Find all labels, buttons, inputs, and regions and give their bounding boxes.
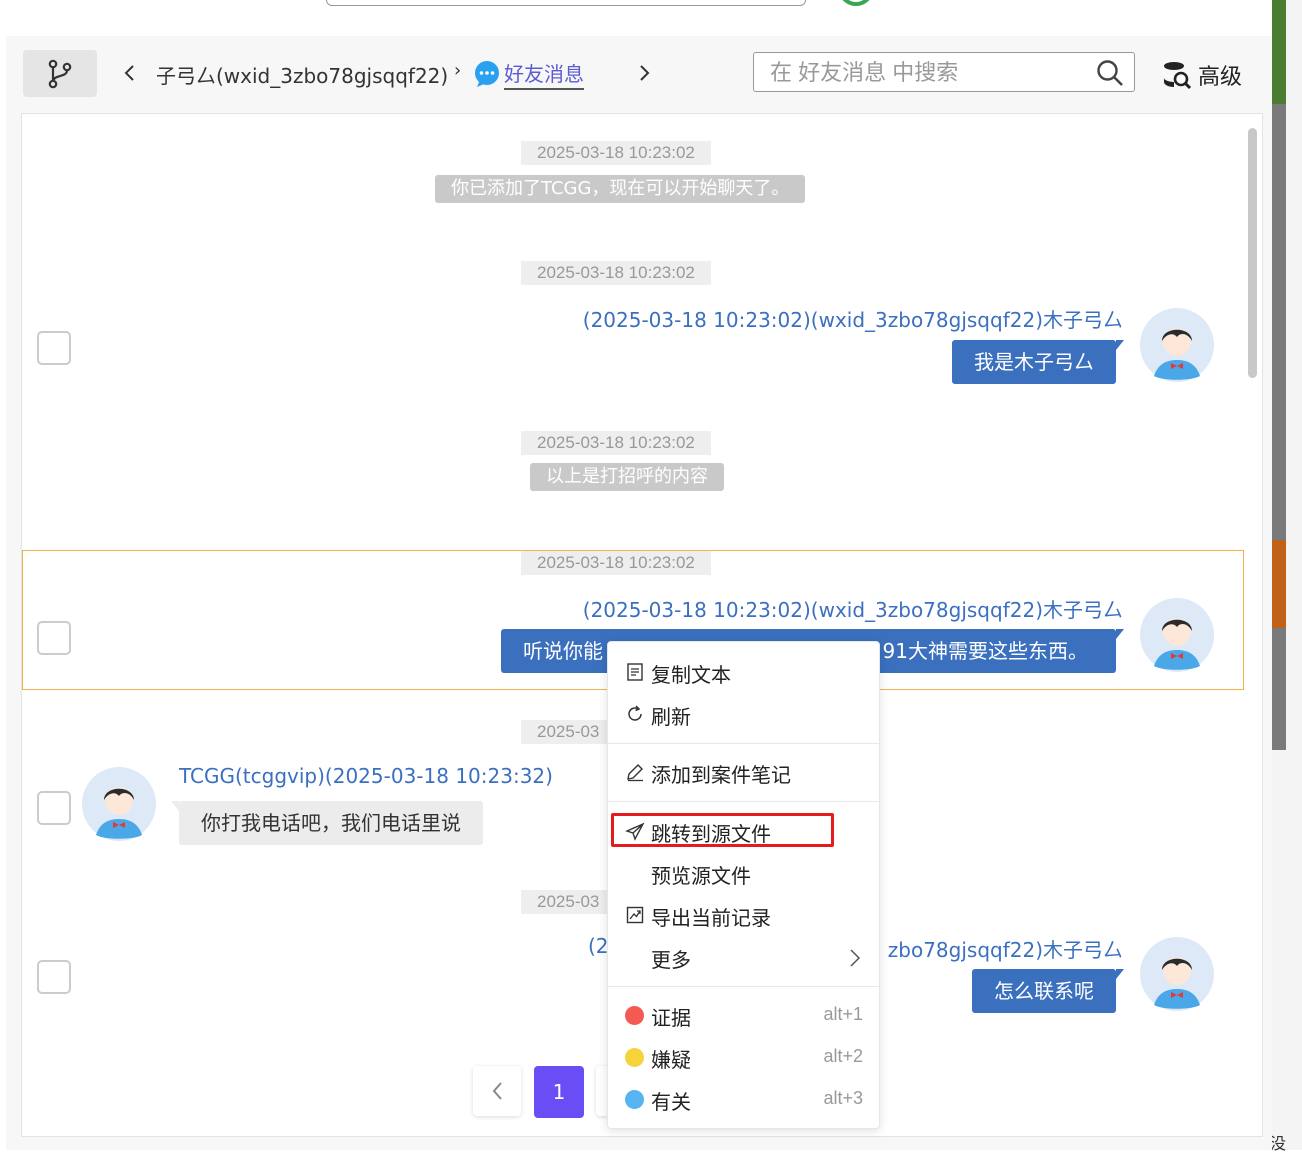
message-bubble[interactable]: 我是木子弓厶 — [952, 340, 1124, 384]
branch-button[interactable] — [23, 50, 97, 97]
message-checkbox[interactable] — [37, 791, 71, 825]
menu-divider — [608, 801, 879, 802]
message-text-left: 听说你能 — [523, 639, 603, 663]
search-input[interactable] — [768, 57, 1082, 89]
message-sender-left[interactable]: (2 — [588, 934, 609, 958]
annotation-highlight-box — [611, 813, 834, 847]
menu-tag-related[interactable]: 有关 alt+3 — [608, 1079, 879, 1119]
timestamp: 2025-03 — [521, 890, 619, 914]
menu-tag-suspect[interactable]: 嫌疑 alt+2 — [608, 1037, 879, 1077]
breadcrumb-current[interactable]: 好友消息 — [504, 58, 584, 90]
avatar[interactable] — [1140, 308, 1214, 382]
tag-label: 有关 — [651, 1090, 691, 1114]
menu-item-label: 刷新 — [651, 705, 691, 729]
edit-icon — [627, 764, 643, 782]
message-checkbox[interactable] — [37, 331, 71, 365]
status-circle-icon — [838, 0, 874, 6]
search-icon[interactable] — [1096, 59, 1124, 87]
message-sender-right[interactable]: zbo78gjsqqf22)木子弓厶 — [888, 934, 1123, 963]
right-background-dark — [1272, 104, 1286, 750]
timestamp: 2025-03-18 10:23:02 — [521, 431, 711, 455]
tag-label: 嫌疑 — [651, 1048, 691, 1072]
timestamp: 2025-03-18 10:23:02 — [521, 261, 711, 285]
menu-item-label: 复制文本 — [651, 663, 731, 687]
menu-item-more[interactable]: 更多 — [608, 937, 879, 977]
message-sender[interactable]: (2025-03-18 10:23:02)(wxid_3zbo78gjsqqf2… — [583, 304, 1123, 333]
toolbar: 子弓厶(wxid_3zbo78gjsqqf22) › 好友消息 在 好友消息 中… — [6, 36, 1272, 110]
menu-item-label: 预览源文件 — [651, 864, 751, 888]
document-icon — [627, 663, 643, 681]
menu-item-refresh[interactable]: 刷新 — [608, 694, 879, 734]
context-menu: 复制文本 刷新 添加到案件笔记 跳转到源文件 预览源文件 导出当前记录 更多 证… — [607, 641, 880, 1129]
timestamp: 2025-03-18 10:23:02 — [521, 141, 711, 165]
scrollbar[interactable] — [1248, 128, 1257, 378]
chat-bubble-icon — [475, 61, 499, 87]
menu-item-add-note[interactable]: 添加到案件笔记 — [608, 752, 879, 792]
branch-icon — [48, 59, 72, 88]
page-prev-button[interactable] — [473, 1066, 521, 1116]
menu-item-label: 导出当前记录 — [651, 906, 771, 930]
breadcrumb-separator: › — [454, 60, 462, 81]
tag-shortcut: alt+1 — [823, 1004, 863, 1024]
menu-item-label: 更多 — [651, 948, 691, 972]
menu-item-preview-source[interactable]: 预览源文件 — [608, 853, 879, 893]
chevron-right-icon — [640, 65, 650, 81]
advanced-label: 高级 — [1198, 65, 1243, 90]
right-background-orange — [1272, 540, 1286, 628]
chevron-left-icon — [124, 65, 134, 81]
menu-item-label: 添加到案件笔记 — [651, 763, 791, 787]
database-search-icon — [1163, 62, 1192, 90]
tag-shortcut: alt+2 — [823, 1046, 863, 1066]
tag-label: 证据 — [651, 1006, 691, 1030]
timestamp: 2025-03 — [521, 720, 619, 744]
top-input-remnant — [326, 0, 806, 6]
message-bubble[interactable]: 你打我电话吧，我们电话里说 — [171, 801, 483, 845]
right-edge-char: 没 — [1270, 1134, 1287, 1153]
breadcrumb-back-button[interactable] — [118, 60, 140, 86]
menu-tag-evidence[interactable]: 证据 alt+1 — [608, 995, 879, 1035]
avatar[interactable] — [1140, 598, 1214, 672]
avatar[interactable] — [1140, 937, 1214, 1011]
blue-dot-icon — [625, 1090, 644, 1109]
message-sender[interactable]: TCGG(tcggvip)(2025-03-18 10:23:32) — [179, 764, 553, 788]
breadcrumb-forward-button[interactable] — [634, 60, 656, 86]
message-bubble[interactable]: 怎么联系呢 — [972, 969, 1124, 1013]
chevron-right-icon — [850, 949, 861, 967]
chevron-left-icon — [492, 1082, 502, 1100]
right-background-green — [1272, 0, 1286, 104]
system-message: 以上是打招呼的内容 — [530, 463, 724, 491]
menu-divider — [608, 986, 879, 987]
system-message: 你已添加了TCGG，现在可以开始聊天了。 — [435, 175, 806, 203]
menu-item-copy-text[interactable]: 复制文本 — [608, 652, 879, 692]
breadcrumb-contact[interactable]: 子弓厶(wxid_3zbo78gjsqqf22) — [156, 60, 448, 89]
page-number-current[interactable]: 1 — [534, 1066, 584, 1118]
refresh-icon — [628, 705, 642, 721]
message-checkbox[interactable] — [37, 960, 71, 994]
export-icon — [626, 906, 644, 924]
menu-divider — [608, 743, 879, 744]
yellow-dot-icon — [625, 1048, 644, 1067]
message-sender[interactable]: (2025-03-18 10:23:02)(wxid_3zbo78gjsqqf2… — [583, 594, 1123, 623]
search-box — [753, 52, 1135, 92]
red-dot-icon — [625, 1006, 644, 1025]
advanced-search-button[interactable]: 高级 — [1162, 58, 1242, 92]
message-checkbox[interactable] — [37, 621, 71, 655]
tag-shortcut: alt+3 — [823, 1088, 863, 1108]
message-text-right: 91大神需要这些东西。 — [882, 639, 1088, 663]
avatar[interactable] — [82, 767, 156, 841]
timestamp: 2025-03-18 10:23:02 — [521, 551, 711, 575]
menu-item-export[interactable]: 导出当前记录 — [608, 895, 879, 935]
